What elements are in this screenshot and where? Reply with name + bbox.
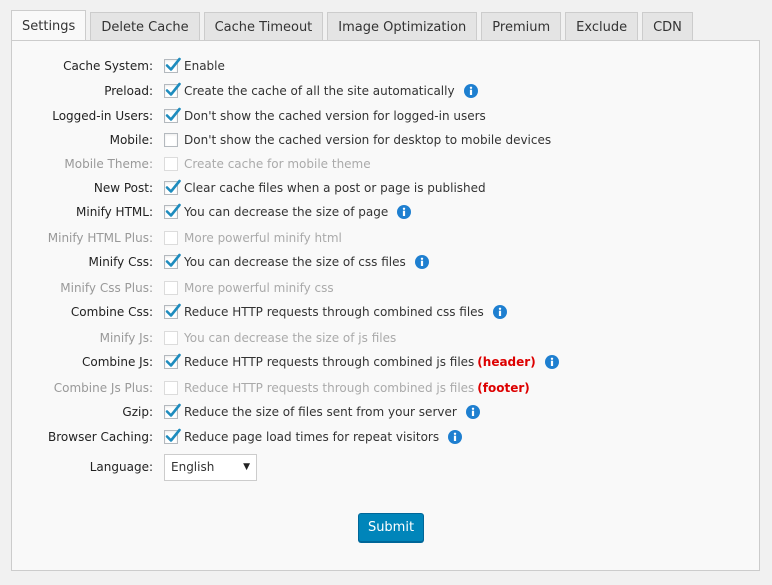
info-icon[interactable] (397, 205, 412, 219)
minify-js-checkbox (164, 331, 178, 345)
minify-html-plus-checkbox (164, 231, 178, 245)
minify-css-plus-checkbox (164, 281, 178, 295)
option-row-combine-js-plus: Combine Js Plus: Reduce HTTP requests thr… (12, 377, 759, 399)
check-icon (165, 57, 181, 71)
option-row-minify-css: Minify Css: You can decrease the size of … (12, 251, 759, 273)
option-row-preload: Preload: Create the cache of all the site… (12, 80, 759, 102)
cache-system-description: Enable (184, 59, 225, 73)
option-row-minify-html: Minify HTML: You can decrease the size of… (12, 201, 759, 223)
tab-premium[interactable]: Premium (481, 12, 562, 41)
minify-css-description: You can decrease the size of css files (184, 255, 406, 269)
browser-caching-checkbox[interactable] (164, 428, 181, 444)
option-row-minify-html-plus: Minify HTML Plus: More powerful minify ht… (12, 227, 759, 249)
new-post-description: Clear cache files when a post or page is… (184, 181, 486, 195)
check-icon (165, 253, 181, 267)
tab-exclude[interactable]: Exclude (565, 12, 639, 41)
combine-js-description: Reduce HTTP requests through combined js… (184, 355, 475, 369)
mobile-theme-label: Mobile Theme: (64, 157, 153, 171)
info-icon[interactable] (448, 430, 463, 444)
settings-panel: Browser Caching: Reduce page load times f… (11, 40, 760, 571)
mobile-label: Mobile: (109, 133, 153, 147)
preload-checkbox[interactable] (164, 82, 181, 98)
check-icon (165, 203, 181, 217)
language-row: Language: English ▼ (12, 453, 759, 481)
submit-button[interactable]: Submit (358, 513, 424, 542)
minify-html-plus-label: Minify HTML Plus: (47, 231, 153, 245)
info-icon[interactable] (465, 405, 480, 419)
check-icon (165, 303, 181, 317)
combine-css-description: Reduce HTTP requests through combined cs… (184, 305, 484, 319)
info-icon[interactable] (463, 84, 478, 98)
tab-settings[interactable]: Settings (11, 10, 87, 42)
language-label: Language: (89, 460, 153, 474)
combine-js-plus-note: (footer) (477, 381, 530, 395)
logged-in-users-label: Logged-in Users: (52, 109, 153, 123)
mobile-theme-description: Create cache for mobile theme (184, 157, 371, 171)
check-icon (165, 179, 181, 193)
tab-delete-cache[interactable]: Delete Cache (90, 12, 200, 41)
check-icon (165, 353, 181, 367)
gzip-description: Reduce the size of files sent from your … (184, 405, 457, 419)
tab-bar: Settings Delete Cache Cache Timeout Imag… (11, 10, 693, 42)
combine-css-label: Combine Css: (70, 305, 153, 319)
preload-label: Preload: (104, 84, 153, 98)
option-row-gzip: Gzip: Reduce the size of files sent from … (12, 401, 759, 423)
minify-css-checkbox[interactable] (164, 253, 181, 269)
option-row-combine-js: Combine Js: Reduce HTTP requests through … (12, 351, 759, 373)
tab-cache-timeout[interactable]: Cache Timeout (203, 12, 324, 41)
combine-js-plus-label: Combine Js Plus: (53, 381, 153, 395)
option-row-browser-caching: Browser Caching: Reduce page load times f… (12, 426, 759, 448)
combine-js-plus-description: Reduce HTTP requests through combined js… (184, 381, 475, 395)
option-row-new-post: New Post: Clear cache files when a post o… (12, 177, 759, 199)
tab-cdn[interactable]: CDN (642, 12, 693, 41)
combine-js-label: Combine Js: (82, 355, 153, 369)
option-row-minify-css-plus: Minify Css Plus: More powerful minify css (12, 277, 759, 299)
minify-css-plus-label: Minify Css Plus: (60, 281, 153, 295)
gzip-label: Gzip: (122, 405, 153, 419)
check-icon (165, 107, 181, 121)
language-select[interactable]: English ▼ (164, 453, 257, 481)
tab-image-optimization[interactable]: Image Optimization (327, 12, 478, 41)
caret-down-icon: ▼ (243, 462, 250, 472)
logged-in-users-checkbox[interactable] (164, 107, 181, 123)
logged-in-users-description: Don't show the cached version for logged… (184, 109, 486, 123)
language-selected-value: English (171, 460, 215, 474)
mobile-checkbox[interactable] (164, 133, 178, 147)
mobile-theme-checkbox (164, 157, 178, 171)
minify-js-label: Minify Js: (99, 331, 153, 345)
check-icon (165, 82, 181, 96)
combine-css-checkbox[interactable] (164, 303, 181, 319)
info-icon[interactable] (544, 355, 559, 369)
option-row-mobile: Mobile: Don't show the cached version for… (12, 129, 759, 151)
minify-html-description: You can decrease the size of page (184, 205, 389, 219)
info-icon[interactable] (492, 305, 507, 319)
new-post-checkbox[interactable] (164, 179, 181, 195)
option-row-mobile-theme: Mobile Theme: Create cache for mobile the… (12, 153, 759, 175)
option-row-combine-css: Combine Css: Reduce HTTP requests through… (12, 301, 759, 323)
combine-js-note: (header) (477, 355, 536, 369)
browser-caching-description: Reduce page load times for repeat visito… (184, 430, 440, 444)
combine-js-checkbox[interactable] (164, 353, 181, 369)
minify-html-label: Minify HTML: (76, 205, 153, 219)
minify-css-plus-description: More powerful minify css (184, 281, 334, 295)
gzip-checkbox[interactable] (164, 403, 181, 419)
browser-caching-label: Browser Caching: (48, 430, 153, 444)
cache-system-checkbox[interactable] (164, 57, 181, 73)
info-icon[interactable] (414, 255, 429, 269)
check-icon (165, 428, 181, 442)
combine-js-plus-checkbox (164, 381, 178, 395)
cache-system-label: Cache System: (63, 59, 153, 73)
minify-css-label: Minify Css: (88, 255, 153, 269)
option-row-logged-in-users: Logged-in Users: Don't show the cached ve… (12, 105, 759, 127)
minify-html-plus-description: More powerful minify html (184, 231, 342, 245)
check-icon (165, 403, 181, 417)
new-post-label: New Post: (93, 181, 153, 195)
minify-html-checkbox[interactable] (164, 203, 181, 219)
minify-js-description: You can decrease the size of js files (184, 331, 397, 345)
mobile-description: Don't show the cached version for deskto… (184, 133, 552, 147)
option-row-cache-system: Cache System: Enable (12, 55, 759, 77)
preload-description: Create the cache of all the site automat… (184, 84, 455, 98)
option-row-minify-js: Minify Js: You can decrease the size of j… (12, 327, 759, 349)
